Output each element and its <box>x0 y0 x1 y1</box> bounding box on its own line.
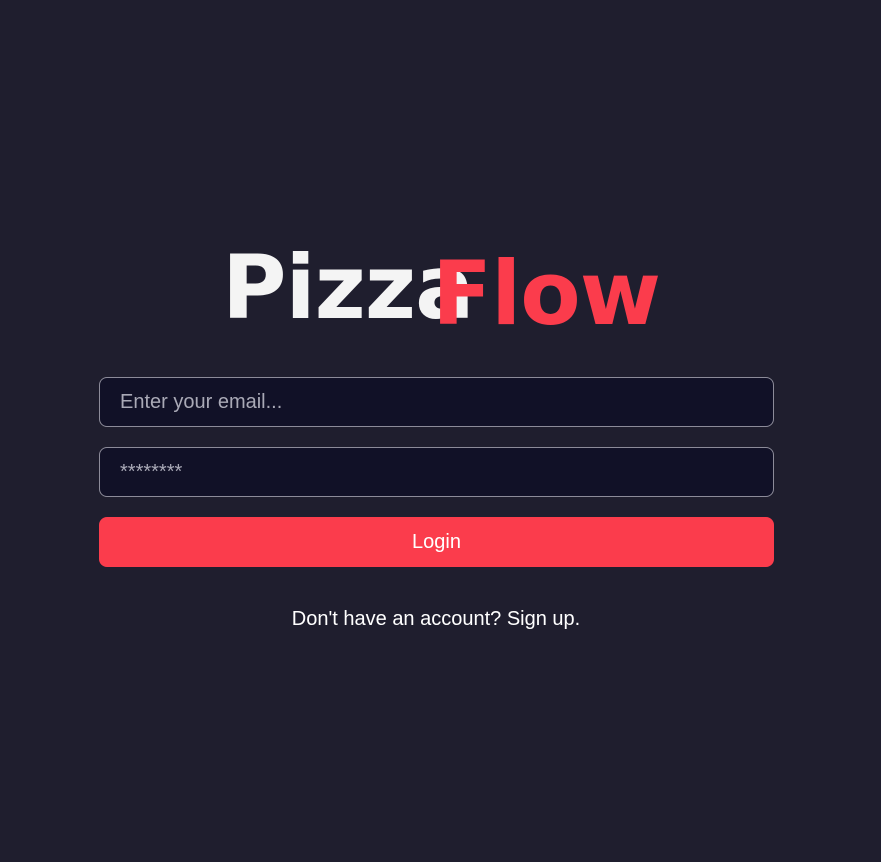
logo-text-flow: Flow <box>432 242 661 345</box>
password-input[interactable] <box>99 447 774 497</box>
pizzaflow-logo: Pizza Flow <box>222 238 662 344</box>
login-button[interactable]: Login <box>99 517 774 567</box>
signup-prompt: Don't have an account? Sign up. <box>0 606 872 632</box>
signup-link[interactable]: Don't have an account? Sign up. <box>292 608 580 630</box>
email-input[interactable] <box>99 377 774 427</box>
login-form: Login <box>99 377 774 567</box>
